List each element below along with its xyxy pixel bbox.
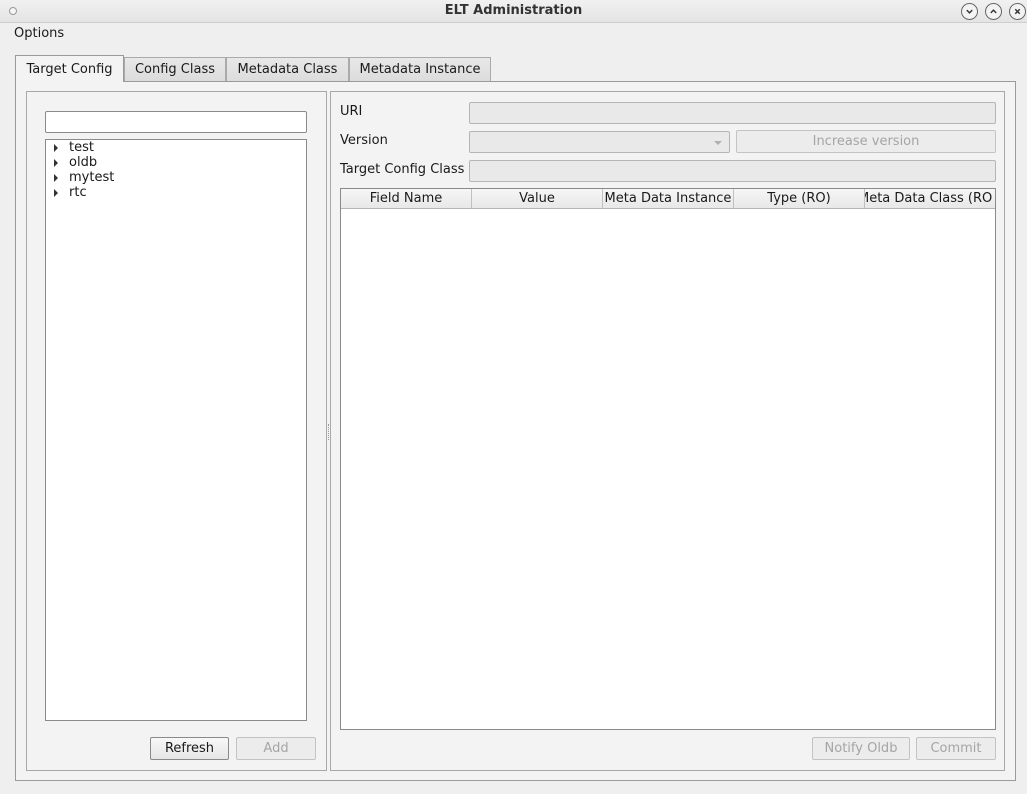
chevron-down-icon	[966, 9, 973, 14]
title-bar[interactable]: ELT Administration	[0, 0, 1027, 23]
table-header: Field Name Value Meta Data Instance Type…	[341, 189, 995, 209]
add-button[interactable]: Add	[236, 737, 316, 760]
tree-item-label: mytest	[69, 170, 115, 185]
target-config-class-field[interactable]	[469, 160, 996, 182]
column-header-field-name[interactable]: Field Name	[341, 189, 472, 208]
tree-item-test[interactable]: test	[46, 140, 306, 155]
tree-item-label: rtc	[69, 185, 87, 200]
tree-item-rtc[interactable]: rtc	[46, 185, 306, 200]
tree-item-oldb[interactable]: oldb	[46, 155, 306, 170]
window-title: ELT Administration	[444, 3, 583, 18]
target-config-class-label: Target Config Class	[340, 162, 465, 177]
triangle-right-icon[interactable]	[54, 174, 58, 182]
maximize-button[interactable]	[985, 3, 1002, 20]
menu-options[interactable]: Options	[14, 26, 64, 41]
tab-metadata-instance[interactable]: Metadata Instance	[349, 57, 491, 81]
column-header-meta-data-instance[interactable]: Meta Data Instance	[603, 189, 734, 208]
tree-search-input[interactable]	[45, 111, 307, 133]
notify-oldb-button[interactable]: Notify Oldb	[812, 737, 910, 760]
app-window: ELT Administration Options Target Config…	[0, 0, 1027, 794]
close-icon	[1014, 8, 1021, 15]
uri-label: URI	[340, 104, 363, 119]
tree-item-mytest[interactable]: mytest	[46, 170, 306, 185]
target-config-tree[interactable]: test oldb mytest rtc	[45, 139, 307, 721]
commit-button[interactable]: Commit	[916, 737, 996, 760]
tab-target-config[interactable]: Target Config	[15, 55, 124, 82]
column-header-value[interactable]: Value	[472, 189, 603, 208]
dropdown-arrow-icon	[714, 141, 722, 145]
triangle-right-icon[interactable]	[54, 159, 58, 167]
refresh-button[interactable]: Refresh	[150, 737, 229, 760]
chevron-up-icon	[990, 9, 997, 14]
uri-field[interactable]	[469, 102, 996, 124]
tab-config-class[interactable]: Config Class	[124, 57, 226, 81]
menu-bar: Options	[0, 23, 1027, 44]
tree-item-label: test	[69, 140, 94, 155]
minimize-button[interactable]	[961, 3, 978, 20]
increase-version-button[interactable]: Increase version	[736, 130, 996, 153]
version-label: Version	[340, 133, 388, 148]
fields-table[interactable]: Field Name Value Meta Data Instance Type…	[340, 188, 996, 730]
triangle-right-icon[interactable]	[54, 189, 58, 197]
tree-item-label: oldb	[69, 155, 98, 170]
column-header-type[interactable]: Type (RO)	[734, 189, 865, 208]
triangle-right-icon[interactable]	[54, 144, 58, 152]
tab-metadata-class[interactable]: Metadata Class	[226, 57, 349, 81]
close-button[interactable]	[1009, 3, 1026, 20]
column-header-meta-data-class[interactable]: Meta Data Class (RO	[865, 189, 995, 208]
version-combo[interactable]	[469, 131, 730, 153]
